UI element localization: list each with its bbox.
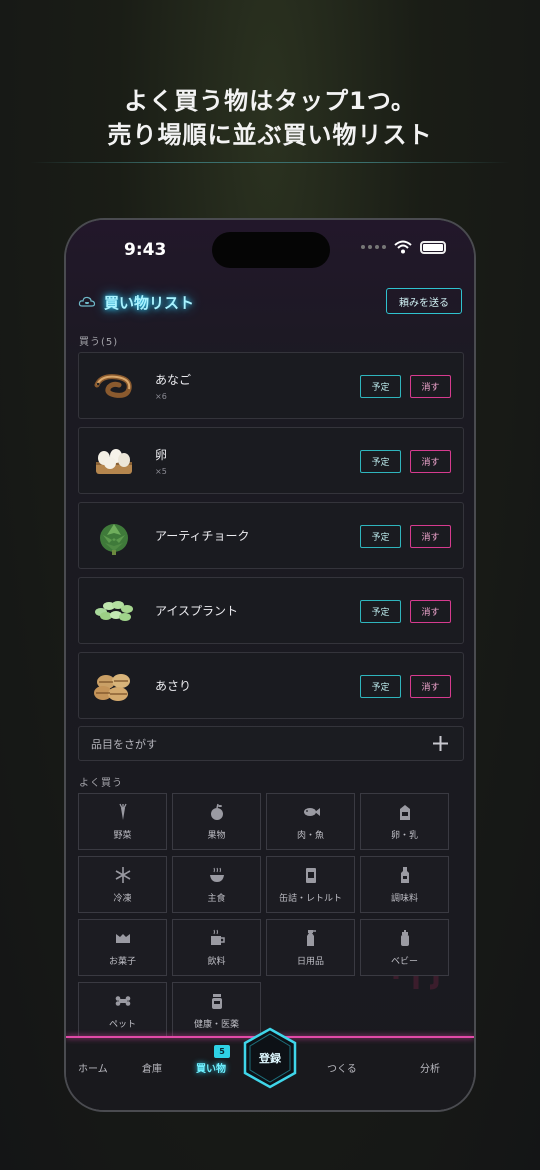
item-name: アーティチョーク — [155, 529, 250, 543]
carrot-icon — [118, 803, 127, 820]
category-label: 卵・乳 — [390, 830, 418, 841]
item-name: あさり — [155, 679, 192, 693]
category-label: 果物 — [207, 830, 226, 841]
phone-frame: 9:43 買い物リスト 頼みを送る 買う(5) あなご ×6 予定 消す 卵 ×… — [64, 218, 476, 1112]
category-label: 缶詰・レトルト — [278, 893, 342, 904]
page-title: 買い物リスト — [104, 293, 195, 312]
shopping-list: あなご ×6 予定 消す 卵 ×5 予定 消す アーティチョーク 予定 消す ア… — [78, 352, 464, 727]
spray-bottle-icon — [306, 929, 316, 946]
anago-icon — [94, 373, 132, 398]
can-icon — [305, 867, 316, 883]
cup-icon — [210, 929, 225, 945]
list-item[interactable]: 卵 ×5 予定 消す — [78, 427, 464, 494]
list-item[interactable]: あさり 予定 消す — [78, 652, 464, 719]
register-button[interactable]: 登録 — [242, 1026, 298, 1090]
category-staple[interactable]: 主食 — [172, 856, 261, 913]
category-seasoning[interactable]: 調味料 — [360, 856, 449, 913]
headline-line-2: 売り場順に並ぶ買い物リスト — [107, 121, 433, 149]
category-egg-dairy[interactable]: 卵・乳 — [360, 793, 449, 850]
headline-line-1: よく買う物はタップ1つ。 — [124, 87, 416, 115]
category-label: お菓子 — [108, 956, 136, 967]
dynamic-island — [212, 232, 330, 268]
category-baby[interactable]: ベビー — [360, 919, 449, 976]
category-label: 調味料 — [390, 893, 418, 904]
item-name: あなご — [155, 372, 192, 387]
delete-button[interactable]: 消す — [410, 525, 451, 548]
category-vegetables[interactable]: 野菜 — [78, 793, 167, 850]
baby-bottle-icon — [400, 929, 409, 946]
status-time: 9:43 — [124, 240, 167, 260]
category-frozen[interactable]: 冷凍 — [78, 856, 167, 913]
tab-shopping[interactable]: 買い物 — [196, 1060, 226, 1075]
list-item[interactable]: アーティチョーク 予定 消す — [78, 502, 464, 569]
delete-button[interactable]: 消す — [410, 600, 451, 623]
rice-bowl-icon — [209, 867, 224, 882]
search-placeholder: 品目をさがす — [91, 737, 157, 751]
item-name: アイスプラント — [155, 604, 239, 618]
buy-section-label: 買う(5) — [79, 337, 119, 348]
snowflake-icon — [115, 866, 130, 883]
category-label: 冷凍 — [113, 893, 132, 904]
artichoke-icon — [100, 523, 128, 555]
category-pet[interactable]: ペット — [78, 982, 167, 1039]
item-name: 卵 — [155, 447, 168, 462]
candy-icon — [115, 933, 130, 943]
app-screen: 9:43 買い物リスト 頼みを送る 買う(5) あなご ×6 予定 消す 卵 ×… — [66, 220, 474, 1110]
clam-icon — [94, 673, 130, 701]
frequent-section-label: よく買う — [79, 778, 123, 789]
item-quantity: ×5 — [155, 466, 167, 476]
plus-icon[interactable] — [432, 735, 449, 752]
milk-carton-icon — [399, 804, 410, 820]
category-label: 飲料 — [207, 956, 226, 967]
bottle-icon — [400, 866, 409, 883]
wifi-icon — [394, 240, 412, 254]
apple-icon — [210, 803, 223, 820]
tab-home[interactable]: ホーム — [78, 1060, 108, 1075]
promo-headline: よく買う物はタップ1つ。 売り場順に並ぶ買い物リスト — [0, 84, 540, 152]
category-snacks[interactable]: お菓子 — [78, 919, 167, 976]
category-daily-goods[interactable]: 日用品 — [266, 919, 355, 976]
delete-button[interactable]: 消す — [410, 375, 451, 398]
tab-analysis[interactable]: 分析 — [420, 1060, 440, 1075]
plan-button[interactable]: 予定 — [360, 525, 401, 548]
category-drinks[interactable]: 飲料 — [172, 919, 261, 976]
medicine-jar-icon — [211, 993, 222, 1009]
category-label: 主食 — [207, 893, 226, 904]
category-label: 日用品 — [296, 956, 324, 967]
fish-icon — [303, 807, 320, 816]
category-label: ベビー — [390, 956, 418, 967]
plan-button[interactable]: 予定 — [360, 600, 401, 623]
list-item[interactable]: あなご ×6 予定 消す — [78, 352, 464, 419]
plan-button[interactable]: 予定 — [360, 675, 401, 698]
delete-button[interactable]: 消す — [410, 675, 451, 698]
signal-icon — [361, 245, 386, 249]
category-label: 肉・魚 — [296, 830, 324, 841]
headline-divider — [30, 162, 510, 163]
category-label: ペット — [108, 1019, 136, 1030]
send-request-button[interactable]: 頼みを送る — [386, 288, 462, 314]
category-fruit[interactable]: 果物 — [172, 793, 261, 850]
plan-button[interactable]: 予定 — [360, 375, 401, 398]
plan-button[interactable]: 予定 — [360, 450, 401, 473]
egg-carton-icon — [96, 448, 132, 474]
list-item[interactable]: アイスプラント 予定 消す — [78, 577, 464, 644]
delete-button[interactable]: 消す — [410, 450, 451, 473]
cart-cloud-icon — [78, 296, 96, 307]
battery-icon — [420, 240, 446, 254]
status-icons — [361, 240, 446, 254]
category-label: 健康・医薬 — [193, 1019, 239, 1030]
bone-icon — [115, 995, 130, 1006]
search-input[interactable]: 品目をさがす — [78, 726, 464, 761]
page-header: 買い物リスト 頼みを送る — [78, 288, 462, 316]
item-quantity: ×6 — [155, 391, 167, 401]
shopping-count-badge: 5 — [214, 1045, 230, 1058]
tab-cook[interactable]: つくる — [327, 1060, 357, 1075]
category-label: 野菜 — [113, 830, 132, 841]
category-canned[interactable]: 缶詰・レトルト — [266, 856, 355, 913]
category-meat-fish[interactable]: 肉・魚 — [266, 793, 355, 850]
tab-storage[interactable]: 倉庫 — [142, 1060, 162, 1075]
ice-plant-icon — [95, 600, 133, 621]
